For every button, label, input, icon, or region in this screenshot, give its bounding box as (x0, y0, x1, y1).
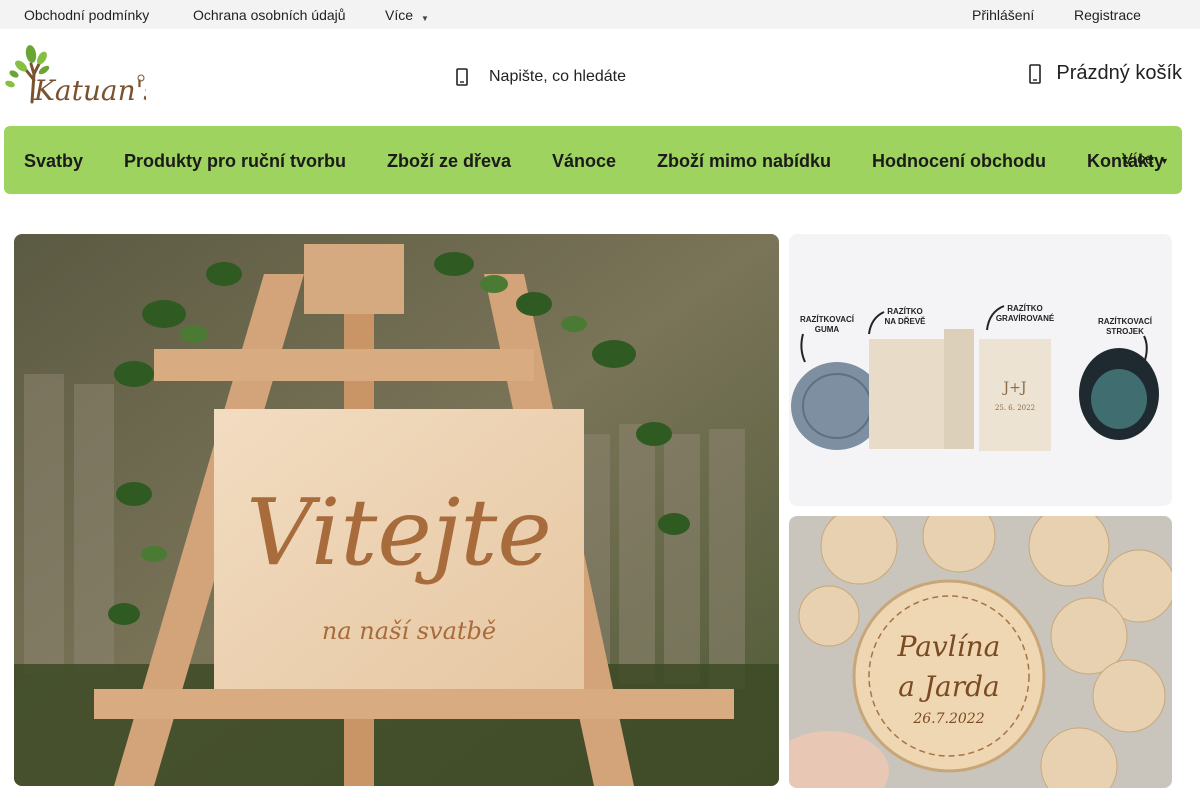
magnet-name-1: Pavlína (897, 630, 1001, 663)
search-input[interactable] (489, 68, 729, 86)
banner-magnets-image: Pavlína a Jarda 26.7.2022 (789, 516, 1172, 788)
stamp-label-engraved-bottom: GRAVÍROVANÉ (996, 314, 1055, 323)
stamp-label-wood-bottom: NA DŘEVĚ (884, 317, 926, 326)
logo-text: Katuan's (33, 74, 146, 104)
banner-stamps-image: RAZÍTKOVACÍ GUMA RAZÍTKO NA DŘEVĚ RAZÍTK… (789, 234, 1172, 506)
link-terms[interactable]: Obchodní podmínky (24, 7, 149, 23)
search-icon[interactable] (454, 68, 472, 86)
link-privacy[interactable]: Ochrana osobních údajů (193, 7, 346, 23)
sign-title: Vitejte (246, 479, 552, 586)
search-bar[interactable] (452, 60, 752, 94)
nav-item-wood[interactable]: Zboží ze dřeva (387, 151, 511, 172)
stamp-engraved-date: 25. 6. 2022 (995, 404, 1035, 412)
cart-button[interactable]: Prázdný košík (1026, 62, 1182, 85)
topbar-more-label: Více (385, 7, 414, 23)
topbar-more-menu[interactable]: Více ▼ (385, 7, 429, 23)
nav-item-christmas[interactable]: Vánoce (552, 151, 616, 172)
stamp-label-machine-top: RAZÍTKOVACÍ (1098, 317, 1153, 326)
sign-subtitle: na naší svatbě (322, 617, 496, 645)
banner-welcome-image: Vitejte na naší svatbě (14, 234, 779, 786)
nav-item-handmade[interactable]: Produkty pro ruční tvorbu (124, 151, 346, 172)
stamp-label-engraved-top: RAZÍTKO (1007, 304, 1043, 313)
stamp-label-rubber-bottom: GUMA (815, 325, 840, 334)
magnet-name-2: a Jarda (898, 670, 1000, 703)
stamp-label-rubber-top: RAZÍTKOVACÍ (800, 315, 855, 324)
top-utility-bar: Obchodní podmínky Ochrana osobních údajů… (0, 0, 1200, 29)
stamp-engraved-text: J+J (1002, 380, 1027, 396)
chevron-down-icon: ▼ (1160, 156, 1169, 166)
cart-icon (1029, 63, 1042, 84)
banner-magnets[interactable]: Pavlína a Jarda 26.7.2022 (789, 516, 1172, 788)
nav-more-label: Více (1122, 151, 1155, 168)
register-link[interactable]: Registrace (1074, 7, 1141, 23)
stamp-label-wood-top: RAZÍTKO (887, 307, 923, 316)
magnet-date: 26.7.2022 (912, 711, 984, 727)
site-logo[interactable]: Katuan's (4, 44, 146, 104)
stamp-label-machine-bottom: STROJEK (1106, 327, 1144, 336)
nav-item-reviews[interactable]: Hodnocení obchodu (872, 151, 1046, 172)
nav-more-menu[interactable]: Více ▼ (1122, 151, 1169, 169)
main-navigation: Svatby Produkty pro ruční tvorbu Zboží z… (4, 126, 1182, 194)
nav-item-off-offer[interactable]: Zboží mimo nabídku (657, 151, 831, 172)
login-link[interactable]: Přihlášení (972, 7, 1034, 23)
chevron-down-icon: ▼ (421, 14, 429, 23)
banner-stamps[interactable]: RAZÍTKOVACÍ GUMA RAZÍTKO NA DŘEVĚ RAZÍTK… (789, 234, 1172, 506)
cart-label: Prázdný košík (1056, 62, 1182, 84)
banner-welcome-sign[interactable]: Vitejte na naší svatbě (14, 234, 779, 786)
logo-image: Katuan's (5, 45, 146, 104)
nav-item-weddings[interactable]: Svatby (24, 151, 83, 172)
